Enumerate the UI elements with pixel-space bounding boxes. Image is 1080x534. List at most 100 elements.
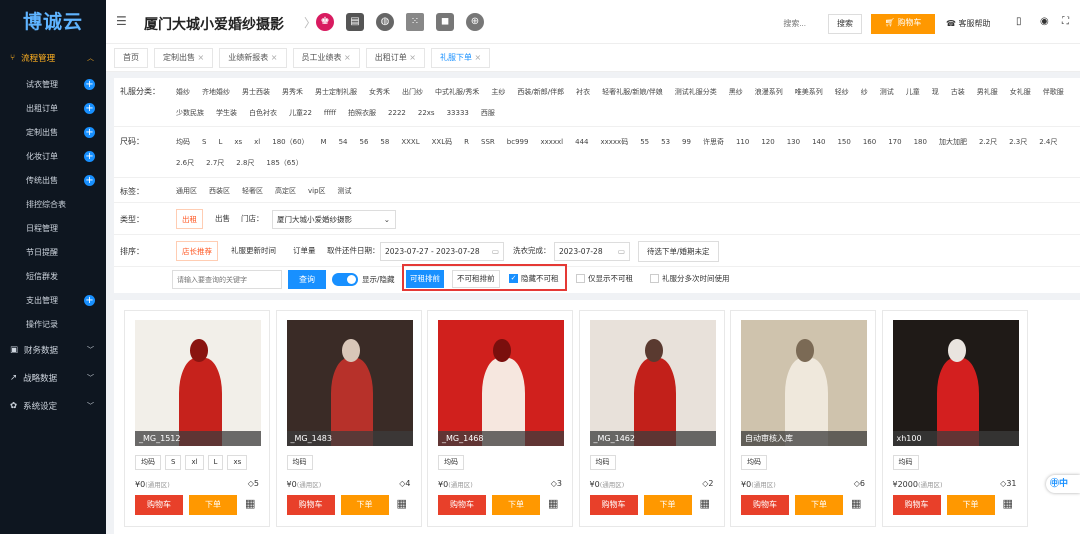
category-option[interactable]: 拍照衣服 [348,103,376,124]
size-chip[interactable]: 均码 [438,455,464,470]
size-chip[interactable]: xs [227,455,248,470]
qr-code-icon[interactable]: ▦ [700,497,712,511]
category-option[interactable]: 2222 [388,103,406,124]
size-option[interactable]: 56 [360,132,369,153]
category-option[interactable]: 浪漫系列 [755,82,783,103]
product-card[interactable]: xh100 均码 ¥2000(通用区) ◇31 购物车 下单 ▦ [881,310,1028,527]
tab-1[interactable]: 定制出售 × [154,47,214,68]
tag-option[interactable]: 测试 [338,181,352,201]
sidebar-item-8[interactable]: 短信群发 [0,264,106,288]
add-to-cart-button[interactable]: 购物车 [741,495,789,515]
size-option[interactable]: 均码 [176,132,190,153]
product-photo[interactable]: 自动审核入库 [741,320,867,446]
size-option[interactable]: 444 [575,132,588,153]
size-option[interactable]: 54 [339,132,348,153]
category-option[interactable]: 女礼服 [1010,82,1031,103]
product-card[interactable]: 自动审核入库 均码 ¥0(通用区) ◇6 购物车 下单 ▦ [730,310,876,527]
size-option[interactable]: 2.6尺 [176,153,194,174]
size-option[interactable]: xl [254,132,260,153]
size-option[interactable]: 2.3尺 [1009,132,1027,153]
order-button[interactable]: 下单 [492,495,540,515]
size-chip[interactable]: 均码 [135,455,161,470]
sort-option-orders[interactable]: 订单量 [288,241,321,261]
size-option[interactable]: 许思奇 [703,132,724,153]
size-option[interactable]: 99 [682,132,691,153]
category-option[interactable]: 伴歌服 [1043,82,1064,103]
product-photo[interactable]: _MG_1462 [589,320,716,446]
category-option[interactable]: 女秀禾 [369,82,390,103]
size-option[interactable]: 150 [837,132,850,153]
tab-0[interactable]: 首页 [114,47,148,68]
size-option[interactable]: 140 [812,132,825,153]
size-option[interactable]: 170 [888,132,901,153]
grid-icon[interactable]: ⁙ [406,13,424,31]
size-option[interactable]: XXL码 [432,132,453,153]
product-photo[interactable]: _MG_1468 [438,320,564,446]
category-option[interactable]: 西服 [481,103,495,124]
size-option[interactable]: 120 [761,132,774,153]
product-photo[interactable]: xh100 [892,320,1019,446]
tab-2[interactable]: 业绩新报表 × [219,47,287,68]
size-option[interactable]: xxxxxl [540,132,563,153]
pending-button[interactable]: 待选下单/婚期未定 [638,241,719,262]
size-option[interactable]: 130 [787,132,800,153]
add-to-cart-button[interactable]: 购物车 [892,495,941,515]
plus-icon[interactable]: + [84,174,95,186]
size-option[interactable]: 2.2尺 [979,132,997,153]
category-option[interactable]: 黑纱 [729,82,743,103]
size-option[interactable]: 2.7尺 [206,153,224,174]
category-option[interactable]: 少数民族 [176,103,204,124]
sidebar-item-10[interactable]: 操作记录 [0,312,106,336]
fullscreen-icon[interactable]: ⛶ [1062,16,1069,27]
sidebar-item-0[interactable]: 试衣管理 + [0,72,106,96]
category-option[interactable]: 男秀禾 [282,82,303,103]
sidebar-group-finance[interactable]: ▣ 财务数据 ﹀ [0,336,106,364]
tab-5[interactable]: 礼服下单 × [431,47,491,68]
type-sell-option[interactable]: 出售 [210,209,235,229]
category-option[interactable]: 儿童22 [289,103,312,124]
add-to-cart-button[interactable]: 购物车 [589,495,638,515]
size-option[interactable]: bc999 [507,132,529,153]
category-option[interactable]: 白色衬衣 [249,103,277,124]
category-option[interactable]: 男礼服 [977,82,998,103]
sidebar-item-3[interactable]: 化妆订单 + [0,144,106,168]
add-to-cart-button[interactable]: 购物车 [286,495,335,515]
close-icon[interactable]: × [472,53,482,62]
sidebar-item-2[interactable]: 定制出售 + [0,120,106,144]
size-option[interactable]: 加大加肥 [939,132,967,153]
tag-option[interactable]: 轻奢区 [242,181,263,201]
tab-3[interactable]: 员工业绩表 × [292,47,360,68]
size-chip[interactable]: 均码 [741,455,767,470]
size-option[interactable]: xs [234,132,242,153]
category-option[interactable]: 儿童 [906,82,920,103]
order-button[interactable]: 下单 [795,495,843,515]
order-button[interactable]: 下单 [946,495,995,515]
visibility-toggle[interactable] [332,273,358,286]
category-option[interactable]: 衬衣 [576,82,590,103]
wash-date[interactable]: 2023-07-28 ▭ [554,242,630,261]
app-icon-6[interactable]: ⊕ [466,13,484,31]
tag-option[interactable]: 通用区 [176,181,197,201]
category-option[interactable]: 男士定制礼服 [315,82,357,103]
qr-code-icon[interactable]: ▦ [245,497,257,511]
category-option[interactable]: 纱 [861,82,868,103]
plus-icon[interactable]: + [84,294,95,306]
category-option[interactable]: 现 [932,82,939,103]
menu-icon[interactable]: ☰ [116,14,127,28]
size-option[interactable]: 180（60） [272,132,308,153]
tab-4[interactable]: 出租订单 × [365,47,425,68]
app-icon-1[interactable]: ♚ [316,13,334,31]
tag-option[interactable]: vip区 [308,181,326,201]
sidebar-item-5[interactable]: 排控综合表 [0,192,106,216]
plus-icon[interactable]: + [84,78,95,90]
size-chip[interactable]: 均码 [286,455,313,470]
search-button[interactable]: 搜索 [828,14,862,34]
order-button[interactable]: 下单 [643,495,692,515]
sort-option-recommend[interactable]: 店长推荐 [176,241,218,261]
size-option[interactable]: 160 [863,132,876,153]
app-icon-3[interactable]: ◍ [376,13,394,31]
size-chip[interactable]: L [207,455,224,470]
qr-code-icon[interactable]: ▦ [1003,497,1015,511]
category-option[interactable]: 婚纱 [176,82,190,103]
category-option[interactable]: 测试 [880,82,894,103]
